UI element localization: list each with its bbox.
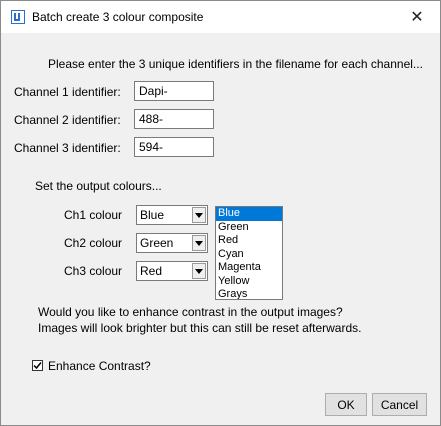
output-colours-heading: Set the output colours... <box>35 179 162 193</box>
channel-3-label: Channel 3 identifier: <box>14 141 121 155</box>
chevron-down-icon <box>192 207 206 223</box>
channel-2-identifier-field[interactable]: 488- <box>134 109 214 129</box>
ch1-colour-value: Blue <box>140 208 165 222</box>
ch2-colour-select[interactable]: Green <box>136 233 208 253</box>
contrast-question-line-2: Images will look brighter but this can s… <box>38 321 362 335</box>
title-bar: Batch create 3 colour composite ✕ <box>1 1 440 33</box>
imagej-icon <box>11 10 25 24</box>
ch2-colour-value: Green <box>140 236 174 250</box>
colour-option-yellow[interactable]: Yellow <box>216 275 282 289</box>
ch3-colour-value: Red <box>140 264 163 278</box>
colour-option-green[interactable]: Green <box>216 221 282 235</box>
colour-option-blue[interactable]: Blue <box>216 207 282 221</box>
dialog-window: Batch create 3 colour composite ✕ Please… <box>0 0 441 426</box>
channel-1-identifier-field[interactable]: Dapi- <box>134 81 214 101</box>
colour-option-red[interactable]: Red <box>216 234 282 248</box>
channel-1-label: Channel 1 identifier: <box>14 85 121 99</box>
colour-option-cyan[interactable]: Cyan <box>216 248 282 262</box>
chevron-down-icon <box>192 263 206 279</box>
close-icon: ✕ <box>410 9 424 26</box>
ch3-colour-select[interactable]: Red <box>136 261 208 281</box>
colour-option-grays[interactable]: Grays <box>216 288 282 299</box>
enhance-contrast-checkbox[interactable] <box>32 360 43 371</box>
ch2-colour-label: Ch2 colour <box>64 236 123 250</box>
cancel-button[interactable]: Cancel <box>372 393 427 416</box>
chevron-down-icon <box>192 235 206 251</box>
ch3-colour-label: Ch3 colour <box>64 264 123 278</box>
contrast-question-line-1: Would you like to enhance contrast in th… <box>38 305 343 319</box>
checkmark-icon <box>33 362 42 370</box>
colour-option-magenta[interactable]: Magenta <box>216 261 282 275</box>
ch1-colour-label: Ch1 colour <box>64 208 123 222</box>
enhance-contrast-label: Enhance Contrast? <box>48 359 151 373</box>
ok-button[interactable]: OK <box>325 393 367 416</box>
close-button[interactable]: ✕ <box>394 1 440 33</box>
instructions-text: Please enter the 3 unique identifiers in… <box>48 57 423 71</box>
ch1-colour-select[interactable]: Blue <box>136 205 208 225</box>
channel-2-label: Channel 2 identifier: <box>14 113 121 127</box>
colour-dropdown-list[interactable]: Blue Green Red Cyan Magenta Yellow Grays <box>215 206 283 300</box>
window-title: Batch create 3 colour composite <box>32 10 204 24</box>
channel-3-identifier-field[interactable]: 594- <box>134 137 214 157</box>
